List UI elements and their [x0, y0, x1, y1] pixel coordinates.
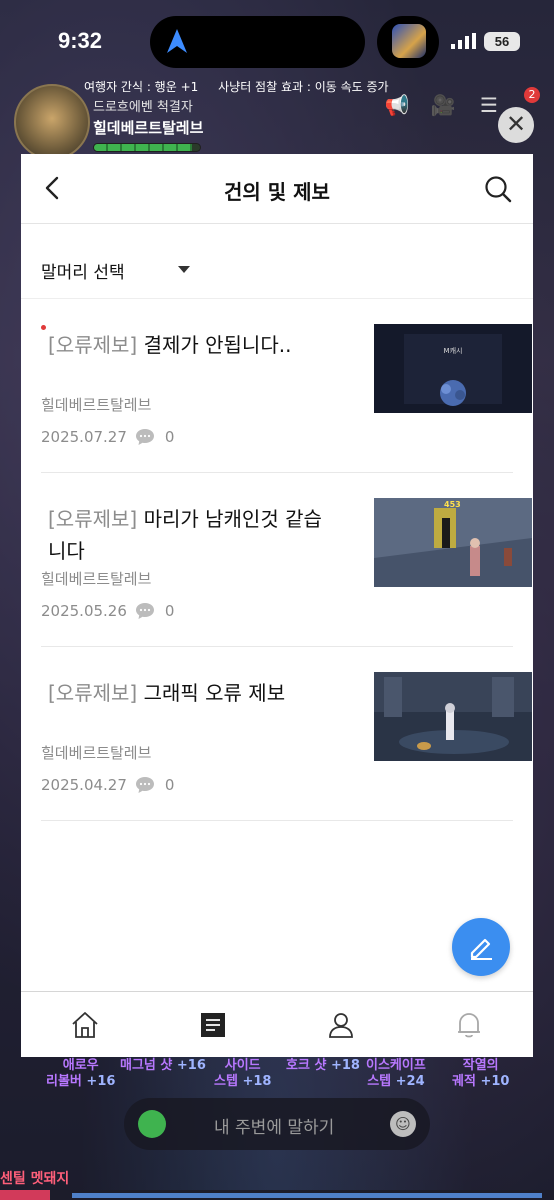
- skill-name-2: 스텝: [214, 1074, 238, 1089]
- comment-icon: [135, 429, 154, 445]
- comment-icon: [135, 603, 154, 619]
- comment-count: 0: [164, 428, 175, 446]
- skill-name: 매그넘 샷: [120, 1058, 173, 1073]
- skill-item[interactable]: 매그넘 샷 +16: [120, 1058, 206, 1074]
- panel-header: 건의 및 제보: [21, 154, 533, 224]
- post-author: 힐데베르트탈레브: [41, 396, 152, 414]
- skill-bonus: +10: [480, 1074, 510, 1089]
- post-meta: 2025.05.26 0: [41, 602, 174, 620]
- post-title[interactable]: [오류제보] 그래픽 오류 제보: [48, 677, 338, 709]
- post-tag: [오류제보]: [48, 333, 138, 357]
- post-title-text: 결제가 안됩니다..: [143, 333, 292, 357]
- skill-name: 호크 샷: [286, 1058, 327, 1073]
- comment-count: 0: [164, 776, 175, 794]
- close-button[interactable]: ✕: [498, 107, 534, 143]
- post-thumbnail[interactable]: 453: [374, 498, 532, 587]
- menu-icon[interactable]: ☰: [476, 92, 502, 118]
- emoji-icon[interactable]: ☺: [390, 1111, 416, 1137]
- post-meta: 2025.04.27 0: [41, 776, 174, 794]
- skill-item[interactable]: 작열의 궤적 +10: [452, 1058, 509, 1090]
- document-icon: [201, 1012, 225, 1037]
- chat-input[interactable]: 내 주변에 말하기 ☺: [124, 1098, 430, 1150]
- skill-bonus: +24: [395, 1074, 425, 1089]
- skill-bonus: +18: [242, 1074, 272, 1089]
- page-title: 건의 및 제보: [224, 180, 330, 204]
- post-author: 힐데베르트탈레브: [41, 744, 152, 762]
- skill-name: 애로우: [62, 1058, 99, 1073]
- battery-icon: 56: [484, 32, 520, 51]
- nav-home[interactable]: [21, 992, 149, 1057]
- nav-board[interactable]: [149, 992, 277, 1057]
- post-tag: [오류제보]: [48, 507, 138, 531]
- skill-item[interactable]: 이스케이프 스텝 +24: [366, 1058, 426, 1090]
- hp-fill: [94, 144, 192, 151]
- post-title[interactable]: [오류제보] 결제가 안됩니다..: [48, 329, 338, 361]
- post-author: 힐데베르트탈레브: [41, 570, 152, 588]
- post-thumbnail[interactable]: M캐시: [374, 324, 532, 413]
- category-filter[interactable]: 말머리 선택: [21, 224, 533, 299]
- camera-icon[interactable]: 🎥: [430, 92, 456, 118]
- skill-name: 작열의: [462, 1058, 499, 1073]
- home-icon: [72, 1011, 98, 1038]
- bell-icon: [458, 1012, 480, 1037]
- buff-item: 사냥터 점찰 효과 : 이동 속도 증가: [218, 80, 389, 94]
- pencil-icon: [470, 938, 492, 960]
- skill-item[interactable]: 사이드 스텝 +18: [214, 1058, 271, 1090]
- buff-list: 여행자 간식 : 행운 +1 사냥터 점찰 효과 : 이동 속도 증가: [84, 78, 405, 95]
- nav-profile[interactable]: [277, 992, 405, 1057]
- navigation-arrow-icon: [167, 29, 187, 53]
- clock: 9:32: [58, 28, 103, 53]
- category-filter-label[interactable]: 말머리 선택: [41, 258, 125, 283]
- boss-hp-fill: [0, 1190, 50, 1200]
- app-icon: [392, 24, 426, 58]
- character-name: 힐데베르트탈레브: [93, 119, 204, 137]
- signal-icon: [451, 33, 476, 49]
- skill-name-2: 스텝: [367, 1074, 392, 1089]
- skill-item[interactable]: 애로우 리볼버 +16: [46, 1058, 115, 1090]
- buff-item: 여행자 간식 : 행운 +1: [84, 80, 199, 94]
- post-item[interactable]: [오류제보] 그래픽 오류 제보 힐데베르트탈레브 2025.04.27 0: [41, 647, 532, 821]
- post-item[interactable]: [오류제보] 마리가 남캐인것 같습니다 힐데베르트탈레브 2025.05.26…: [41, 473, 532, 647]
- write-post-button[interactable]: [452, 918, 510, 976]
- skill-name-2: 리볼버: [46, 1074, 82, 1089]
- post-date: 2025.05.26: [41, 602, 127, 620]
- board-panel: 건의 및 제보 말머리 선택 [오류제보] 결제가 안됩니다.. 힐데베르트탈레…: [21, 154, 533, 1057]
- character-class: 드로흐에벤 척결자: [93, 100, 193, 115]
- search-icon[interactable]: [483, 174, 513, 204]
- megaphone-icon[interactable]: 📢: [384, 92, 410, 118]
- post-thumbnail[interactable]: [374, 672, 532, 761]
- comment-icon: [135, 777, 154, 793]
- post-title-text: 그래픽 오류 제보: [143, 681, 286, 705]
- skill-bonus: +16: [86, 1074, 116, 1089]
- skill-name: 사이드: [224, 1058, 261, 1073]
- post-date: 2025.07.27: [41, 428, 127, 446]
- character-avatar[interactable]: [14, 84, 90, 160]
- skill-name-2: 궤적: [452, 1074, 476, 1089]
- chat-bubble-icon[interactable]: [138, 1110, 166, 1138]
- skill-bonus: +18: [330, 1058, 360, 1073]
- caret-down-icon[interactable]: [178, 266, 190, 273]
- comment-count: 0: [164, 602, 175, 620]
- thumb-caption: 453: [444, 500, 461, 509]
- chat-placeholder: 내 주변에 말하기: [214, 1118, 335, 1138]
- post-item[interactable]: [오류제보] 결제가 안됩니다.. 힐데베르트탈레브 2025.07.27 0 …: [41, 299, 532, 473]
- skill-item[interactable]: 호크 샷 +18: [286, 1058, 360, 1074]
- post-date: 2025.04.27: [41, 776, 127, 794]
- post-tag: [오류제보]: [48, 681, 138, 705]
- post-title[interactable]: [오류제보] 마리가 남캐인것 같습니다: [48, 503, 338, 567]
- post-meta: 2025.07.27 0: [41, 428, 174, 446]
- person-icon: [329, 1012, 353, 1038]
- nav-notifications[interactable]: [405, 992, 533, 1057]
- hud-icon-row: 📢 🎥 ☰: [384, 92, 502, 118]
- skill-name: 이스케이프: [366, 1058, 426, 1073]
- notification-badge: 2: [524, 87, 540, 103]
- bottom-nav: [21, 991, 533, 1057]
- status-bar: 9:32 56: [0, 0, 554, 84]
- boss-name: 센틸 멧돼지: [0, 1171, 70, 1187]
- thumb-caption: M캐시: [444, 347, 463, 355]
- unread-dot: [41, 325, 46, 330]
- hp-bar: [93, 143, 201, 152]
- xp-bar: [72, 1193, 542, 1198]
- skill-bonus: +16: [176, 1058, 206, 1073]
